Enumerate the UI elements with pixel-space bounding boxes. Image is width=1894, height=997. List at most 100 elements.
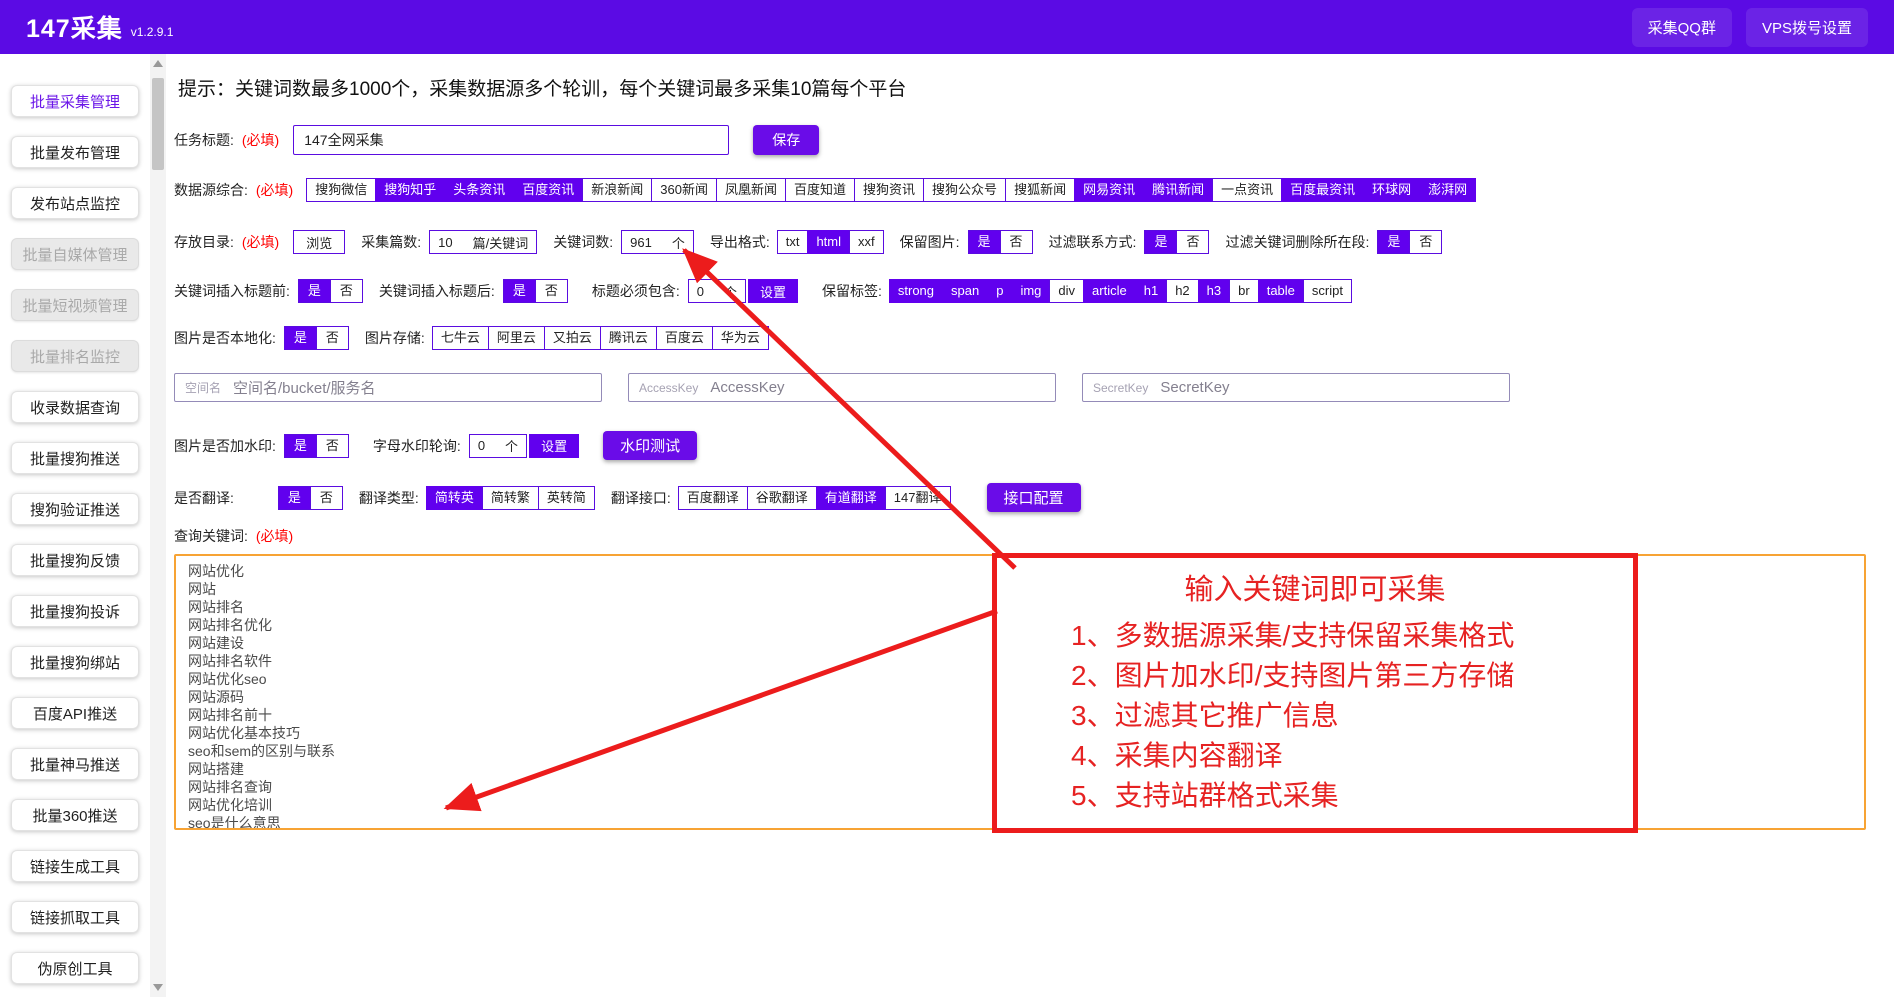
bucket-name-input[interactable]: 空间名 空间名/bucket/服务名 — [174, 373, 602, 402]
export-format-option[interactable]: html — [807, 230, 850, 254]
data-source-tag[interactable]: 凤凰新闻 — [716, 178, 786, 202]
watermark-toggle[interactable]: 是 否 — [284, 434, 349, 458]
sidebar-item[interactable]: 批量自媒体管理 — [11, 238, 139, 270]
sidebar-item[interactable]: 搜狗验证推送 — [11, 493, 139, 525]
data-source-tag[interactable]: 360新闻 — [651, 178, 717, 202]
sidebar-item[interactable]: 批量采集管理 — [11, 85, 139, 117]
export-format-option[interactable]: xxf — [849, 230, 884, 254]
save-button[interactable]: 保存 — [753, 125, 819, 155]
sidebar-item[interactable]: 伪原创工具 — [11, 952, 139, 984]
keep-tag-option[interactable]: article — [1083, 279, 1136, 303]
must-contain-input[interactable]: 0 个 — [688, 279, 746, 303]
sidebar-item[interactable]: 批量神马推送 — [11, 748, 139, 780]
keep-tag-option[interactable]: span — [942, 279, 988, 303]
filter-keyword-yes[interactable]: 是 — [1378, 231, 1409, 253]
api-config-button[interactable]: 接口配置 — [987, 483, 1081, 512]
scroll-down-arrow-icon[interactable] — [153, 984, 163, 991]
image-storage-option[interactable]: 腾讯云 — [600, 326, 657, 350]
data-source-tag[interactable]: 头条资讯 — [444, 178, 514, 202]
watermark-poll-input[interactable]: 0 个 — [469, 434, 527, 458]
data-source-tag[interactable]: 百度知道 — [785, 178, 855, 202]
sidebar-item[interactable]: 收录数据查询 — [11, 391, 139, 423]
keep-tag-option[interactable]: script — [1303, 279, 1352, 303]
filter-contact-toggle[interactable]: 是 否 — [1144, 230, 1209, 254]
keep-tag-option[interactable]: br — [1229, 279, 1259, 303]
sidebar-item[interactable]: 百度API推送 — [11, 697, 139, 729]
image-storage-option[interactable]: 阿里云 — [488, 326, 545, 350]
translate-yes[interactable]: 是 — [279, 487, 310, 509]
keep-image-toggle[interactable]: 是 否 — [968, 230, 1033, 254]
image-storage-option[interactable]: 百度云 — [656, 326, 713, 350]
scroll-up-arrow-icon[interactable] — [153, 60, 163, 67]
sidebar-item[interactable]: 批量搜狗投诉 — [11, 595, 139, 627]
export-format-option[interactable]: txt — [777, 230, 809, 254]
insert-after-yes[interactable]: 是 — [504, 280, 535, 302]
watermark-yes[interactable]: 是 — [285, 435, 316, 457]
translate-api-option[interactable]: 有道翻译 — [816, 486, 886, 510]
sidebar-item[interactable]: 批量排名监控 — [11, 340, 139, 372]
access-key-input[interactable]: AccessKey AccessKey — [628, 373, 1056, 402]
sidebar-item[interactable]: 批量搜狗反馈 — [11, 544, 139, 576]
translate-type-option[interactable]: 英转简 — [538, 486, 595, 510]
filter-contact-no[interactable]: 否 — [1176, 231, 1208, 253]
keep-tag-option[interactable]: img — [1011, 279, 1050, 303]
image-localize-yes[interactable]: 是 — [285, 327, 316, 349]
insert-before-toggle[interactable]: 是 否 — [298, 279, 363, 303]
image-localize-toggle[interactable]: 是 否 — [284, 326, 349, 350]
sidebar-item[interactable]: 批量短视频管理 — [11, 289, 139, 321]
translate-api-option[interactable]: 谷歌翻译 — [747, 486, 817, 510]
watermark-test-button[interactable]: 水印测试 — [603, 431, 697, 460]
watermark-set-button[interactable]: 设置 — [529, 434, 579, 458]
data-source-tag[interactable]: 澎湃网 — [1419, 178, 1476, 202]
sidebar-item[interactable]: 批量搜狗推送 — [11, 442, 139, 474]
translate-api-option[interactable]: 百度翻译 — [678, 486, 748, 510]
image-storage-option[interactable]: 华为云 — [712, 326, 769, 350]
vps-settings-button[interactable]: VPS拨号设置 — [1746, 8, 1868, 47]
keep-tag-option[interactable]: p — [987, 279, 1012, 303]
insert-after-no[interactable]: 否 — [535, 280, 567, 302]
insert-before-yes[interactable]: 是 — [299, 280, 330, 302]
sidebar-item[interactable]: 批量360推送 — [11, 799, 139, 831]
keep-tag-option[interactable]: strong — [889, 279, 943, 303]
keep-tag-option[interactable]: h2 — [1166, 279, 1198, 303]
image-storage-option[interactable]: 又拍云 — [544, 326, 601, 350]
translate-type-option[interactable]: 简转英 — [426, 486, 483, 510]
task-title-input[interactable]: 147全网采集 — [293, 125, 729, 155]
keep-tag-option[interactable]: h3 — [1198, 279, 1230, 303]
data-source-tag[interactable]: 搜狗资讯 — [854, 178, 924, 202]
data-source-tag[interactable]: 搜狐新闻 — [1005, 178, 1075, 202]
translate-toggle[interactable]: 是 否 — [278, 486, 343, 510]
keywords-count-input[interactable]: 961 个 — [621, 230, 694, 254]
keep-tag-option[interactable]: h1 — [1135, 279, 1167, 303]
data-source-tag[interactable]: 环球网 — [1363, 178, 1420, 202]
sidebar-item[interactable]: 链接抓取工具 — [11, 901, 139, 933]
qq-group-button[interactable]: 采集QQ群 — [1632, 8, 1732, 47]
data-source-tag[interactable]: 腾讯新闻 — [1143, 178, 1213, 202]
insert-before-no[interactable]: 否 — [330, 280, 362, 302]
sidebar-scrollbar[interactable] — [150, 54, 166, 997]
sidebar-item[interactable]: 批量发布管理 — [11, 136, 139, 168]
articles-count-input[interactable]: 10 篇/关键词 — [429, 230, 537, 254]
sidebar-item[interactable]: 批量搜狗绑站 — [11, 646, 139, 678]
image-storage-option[interactable]: 七牛云 — [432, 326, 489, 350]
filter-contact-yes[interactable]: 是 — [1145, 231, 1176, 253]
sidebar-item[interactable]: 发布站点监控 — [11, 187, 139, 219]
keep-tag-option[interactable]: div — [1049, 279, 1084, 303]
data-source-tag[interactable]: 百度最资讯 — [1281, 178, 1364, 202]
must-contain-set-button[interactable]: 设置 — [748, 279, 798, 303]
data-source-tag[interactable]: 搜狗公众号 — [923, 178, 1006, 202]
insert-after-toggle[interactable]: 是 否 — [503, 279, 568, 303]
translate-api-option[interactable]: 147翻译 — [885, 486, 951, 510]
keep-tag-option[interactable]: table — [1258, 279, 1304, 303]
keep-image-no[interactable]: 否 — [1000, 231, 1032, 253]
data-source-tag[interactable]: 网易资讯 — [1074, 178, 1144, 202]
translate-no[interactable]: 否 — [310, 487, 342, 509]
data-source-tag[interactable]: 一点资讯 — [1212, 178, 1282, 202]
data-source-tag[interactable]: 搜狗知乎 — [375, 178, 445, 202]
watermark-no[interactable]: 否 — [316, 435, 348, 457]
data-source-tag[interactable]: 新浪新闻 — [582, 178, 652, 202]
secret-key-input[interactable]: SecretKey SecretKey — [1082, 373, 1510, 402]
data-source-tag[interactable]: 百度资讯 — [513, 178, 583, 202]
scrollbar-thumb[interactable] — [152, 78, 164, 170]
sidebar-item[interactable]: 链接生成工具 — [11, 850, 139, 882]
